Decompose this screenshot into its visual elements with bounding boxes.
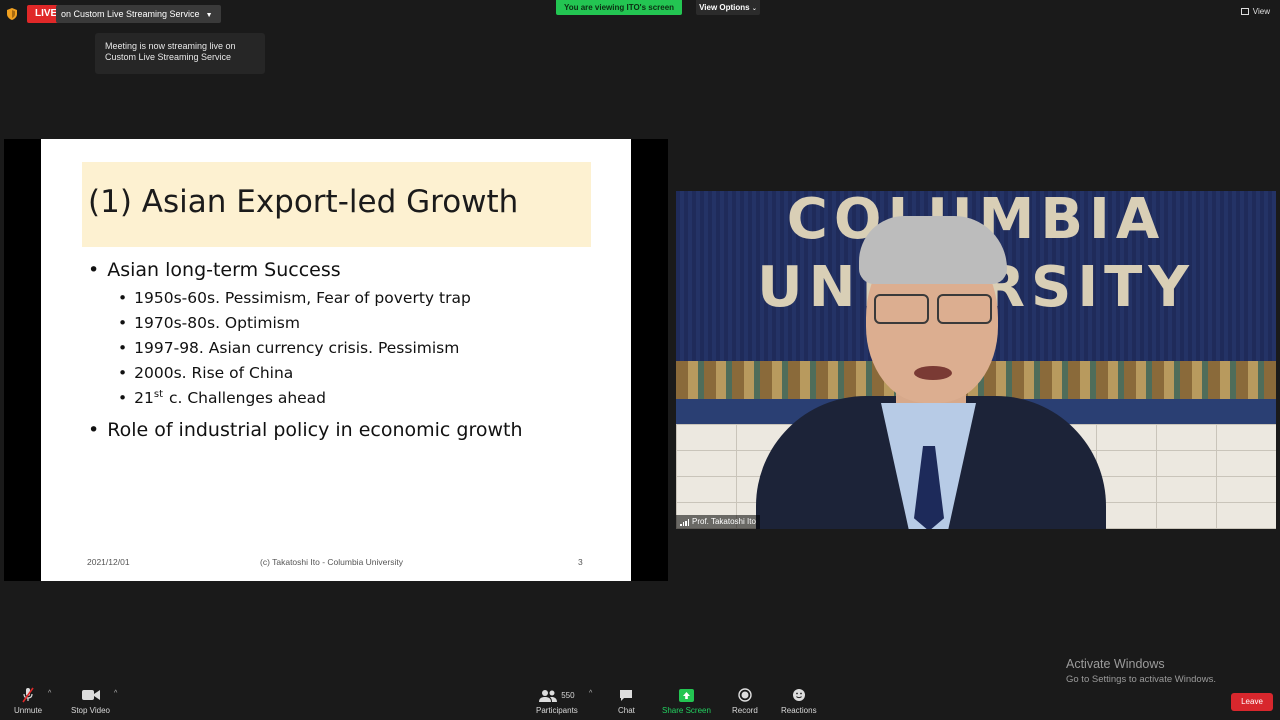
muted-microphone-icon <box>21 687 35 703</box>
share-screen-icon <box>678 687 694 703</box>
audio-options-caret-icon[interactable]: ^ <box>48 690 51 697</box>
presentation-slide: (1) Asian Export-led Growth Asian long-t… <box>41 139 631 581</box>
slide-title-box: (1) Asian Export-led Growth <box>82 162 591 247</box>
view-options-label: View Options <box>699 3 750 12</box>
streaming-tooltip: Meeting is now streaming live on Custom … <box>95 33 265 74</box>
participants-label: Participants <box>536 706 578 715</box>
slide-footer-copyright: (c) Takatoshi Ito - Columbia University <box>260 557 403 567</box>
participants-icon: 550 <box>539 687 575 703</box>
leave-button[interactable]: Leave <box>1231 693 1273 711</box>
view-button[interactable]: View <box>1240 7 1270 16</box>
reactions-button[interactable]: Reactions <box>781 687 817 715</box>
unmute-button[interactable]: Unmute <box>14 687 42 715</box>
chat-bubble-icon <box>619 687 633 703</box>
share-screen-button[interactable]: Share Screen <box>662 687 711 715</box>
chat-label: Chat <box>618 706 635 715</box>
view-button-label: View <box>1252 7 1270 16</box>
participants-button[interactable]: 550 Participants <box>536 687 578 715</box>
record-button[interactable]: Record <box>732 687 758 715</box>
share-screen-label: Share Screen <box>662 706 711 715</box>
slide-footer-date: 2021/12/01 <box>87 557 130 567</box>
participant-video-tile[interactable]: COLUMBIA UNIVERSITY Prof. Takatoshi Ito <box>676 191 1276 529</box>
sub-bullet-number: 21 <box>134 389 154 407</box>
sub-bullet-text: c. Challenges ahead <box>164 389 327 407</box>
shared-screen: (1) Asian Export-led Growth Asian long-t… <box>4 139 668 581</box>
record-icon <box>738 687 752 703</box>
slide-sub-bullet: 1970s-80s. Optimism <box>118 314 300 332</box>
slide-page-number: 3 <box>578 557 583 567</box>
gallery-view-icon <box>1240 8 1249 15</box>
activate-windows-watermark: Activate Windows Go to Settings to activ… <box>1066 657 1216 685</box>
slide-sub-bullet: 1950s-60s. Pessimism, Fear of poverty tr… <box>118 289 471 307</box>
slide-sub-bullet: 21st c. Challenges ahead <box>118 389 326 407</box>
activate-windows-subtitle: Go to Settings to activate Windows. <box>1066 674 1216 685</box>
participants-caret-icon[interactable]: ^ <box>589 690 592 697</box>
sub-bullet-superscript: st <box>153 389 164 400</box>
chat-button[interactable]: Chat <box>618 687 635 715</box>
participant-name-tag: Prof. Takatoshi Ito <box>676 515 760 529</box>
stop-video-label: Stop Video <box>71 706 110 715</box>
participant-name: Prof. Takatoshi Ito <box>692 517 756 526</box>
record-label: Record <box>732 706 758 715</box>
speaker-hair <box>859 216 1007 284</box>
smiley-reaction-icon <box>792 687 806 703</box>
slide-bullet: Asian long-term Success <box>88 259 340 281</box>
view-options-button[interactable]: View Options ⌄ <box>696 0 760 15</box>
video-options-caret-icon[interactable]: ^ <box>114 690 117 697</box>
live-streaming-service-dropdown[interactable]: on Custom Live Streaming Service ▼ <box>56 5 221 23</box>
caret-down-icon: ▼ <box>205 12 213 19</box>
speaker-glasses <box>874 294 992 324</box>
participant-count: 550 <box>561 690 575 700</box>
security-shield-icon[interactable] <box>7 8 17 20</box>
reactions-label: Reactions <box>781 706 817 715</box>
unmute-label: Unmute <box>14 706 43 715</box>
speaker-mouth <box>914 366 952 380</box>
activate-windows-title: Activate Windows <box>1066 657 1165 671</box>
slide-sub-bullet: 2000s. Rise of China <box>118 364 293 382</box>
viewing-screen-banner: You are viewing ITO's screen <box>556 0 682 15</box>
live-service-label: on Custom Live Streaming Service <box>61 9 200 19</box>
stop-video-button[interactable]: Stop Video <box>71 687 110 715</box>
slide-title: (1) Asian Export-led Growth <box>88 184 519 220</box>
slide-sub-bullet: 1997-98. Asian currency crisis. Pessimis… <box>118 339 459 357</box>
connection-signal-icon <box>680 518 689 526</box>
slide-bullet: Role of industrial policy in economic gr… <box>88 419 522 441</box>
chevron-down-icon: ⌄ <box>751 6 757 12</box>
video-camera-icon <box>81 687 100 703</box>
